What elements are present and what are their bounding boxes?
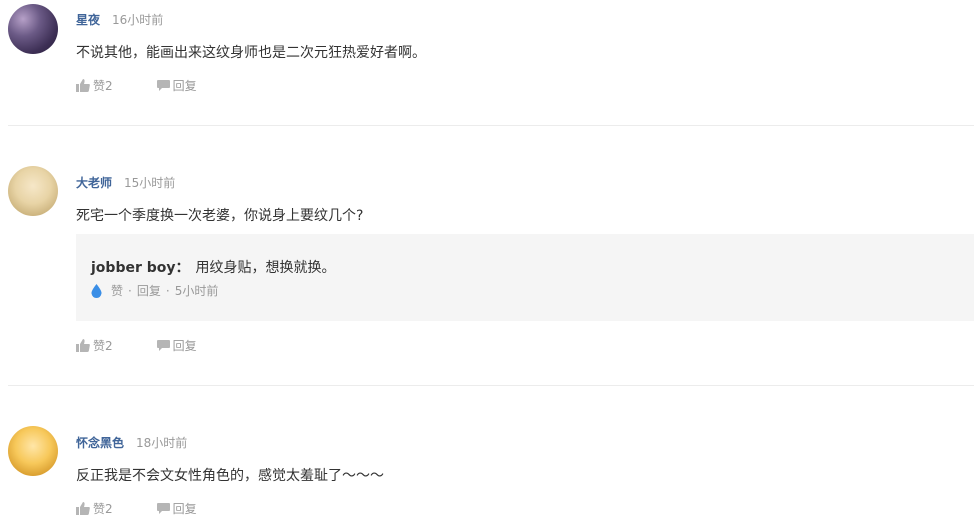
comment-actions: 赞2 回复 — [76, 77, 241, 94]
reply-button[interactable]: 回复 — [156, 337, 197, 354]
like-button[interactable]: 赞2 — [76, 337, 113, 354]
thumbs-up-icon — [76, 79, 90, 92]
comment-author[interactable]: 星夜 16小时前 — [76, 11, 163, 28]
separator: · — [165, 283, 170, 298]
speech-bubble-icon — [156, 502, 170, 514]
sub-reply-author[interactable]: jobber boy： — [91, 260, 190, 276]
thumbs-up-icon — [76, 339, 90, 352]
comment-text: 不说其他，能画出来这纹身师也是二次元狂热爱好者啊。 — [76, 45, 426, 61]
like-button[interactable]: 赞2 — [76, 77, 113, 94]
comment-author[interactable]: 大老师 15小时前 — [76, 174, 175, 191]
reply-button[interactable]: 回复 — [156, 77, 197, 94]
speech-bubble-icon — [156, 339, 170, 351]
comment-actions: 赞2 回复 — [76, 337, 241, 354]
comment-text: 反正我是不会文女性角色的，感觉太羞耻了～～～ — [76, 468, 384, 484]
avatar[interactable] — [8, 426, 58, 476]
water-drop-icon — [91, 283, 102, 298]
sub-reply-meta: 赞 · 回复 · 5小时前 — [91, 282, 218, 299]
reply-label: 回复 — [172, 339, 197, 353]
comment-time: 15小时前 — [124, 176, 176, 190]
avatar[interactable] — [8, 166, 58, 216]
sub-reply-button[interactable]: 回复 — [137, 282, 161, 299]
sub-reply-text: 用纹身贴，想换就换。 — [195, 260, 336, 276]
divider — [8, 385, 974, 386]
comment-author[interactable]: 怀念黑色 18小时前 — [76, 434, 187, 451]
separator: · — [128, 283, 132, 298]
comment-text: 死宅一个季度换一次老婆，你说身上要纹几个? — [76, 208, 364, 224]
sub-reply-line: jobber boy： 用纹身贴，想换就换。 — [91, 257, 336, 277]
speech-bubble-icon — [156, 79, 170, 91]
comment-time: 18小时前 — [136, 436, 188, 450]
like-count: 赞2 — [93, 79, 113, 93]
like-button[interactable]: 赞2 — [76, 500, 113, 517]
divider — [8, 125, 974, 126]
sub-like-button[interactable]: 赞 — [111, 282, 123, 299]
sub-reply-time: 5小时前 — [174, 284, 219, 298]
comment-time: 16小时前 — [112, 13, 164, 27]
reply-label: 回复 — [172, 79, 197, 93]
like-count: 赞2 — [93, 502, 113, 516]
reply-label: 回复 — [172, 502, 197, 516]
sub-reply: jobber boy： 用纹身贴，想换就换。 赞 · 回复 · 5小时前 — [76, 234, 974, 321]
thumbs-up-icon — [76, 502, 90, 515]
reply-button[interactable]: 回复 — [156, 500, 197, 517]
like-count: 赞2 — [93, 339, 113, 353]
avatar[interactable] — [8, 4, 58, 54]
comment-actions: 赞2 回复 — [76, 500, 241, 517]
